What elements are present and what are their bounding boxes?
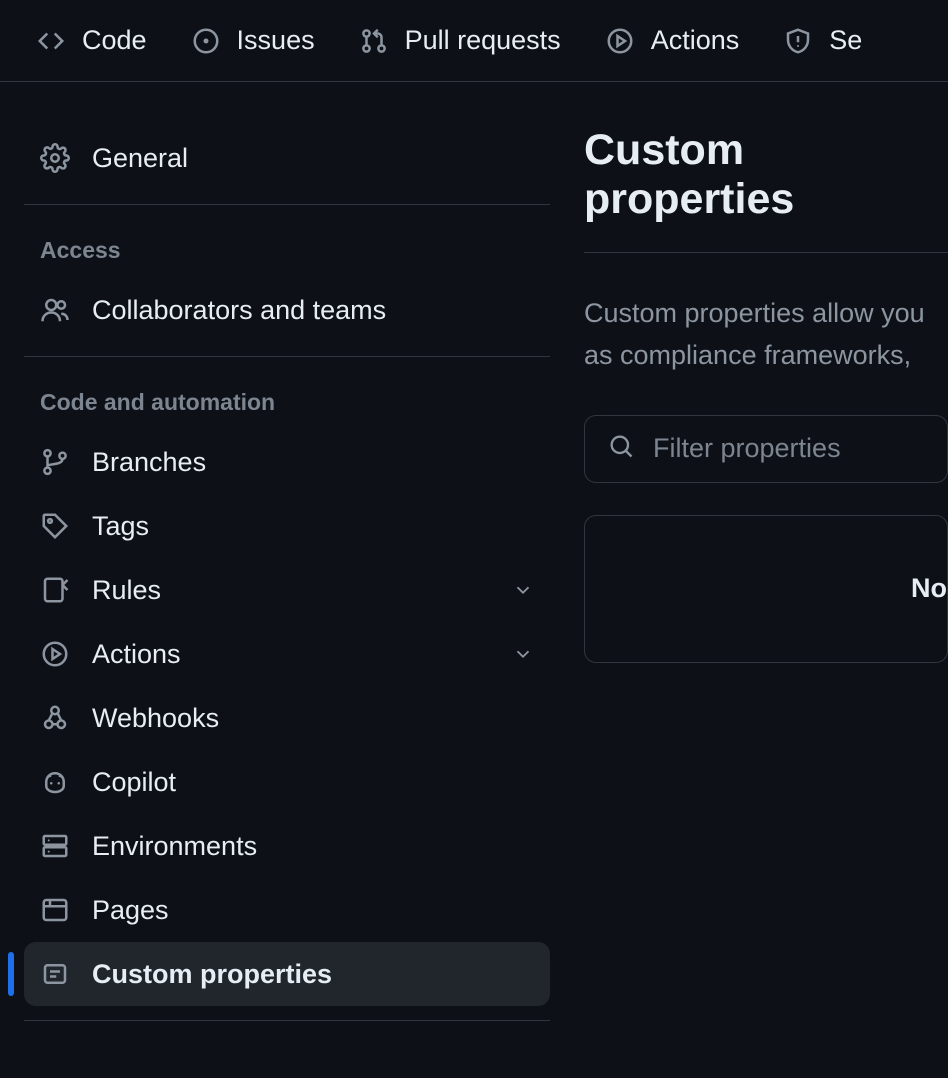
shield-icon	[783, 26, 813, 56]
sidebar-item-general[interactable]: General	[24, 126, 550, 190]
main-content: Custom properties Custom properties allo…	[570, 126, 948, 1035]
sidebar-item-label: Tags	[92, 511, 149, 542]
sidebar-item-label: Environments	[92, 831, 257, 862]
git-pull-request-icon	[359, 26, 389, 56]
sidebar-item-label: Branches	[92, 447, 206, 478]
tab-label: Code	[82, 25, 147, 56]
gear-icon	[40, 143, 70, 173]
sidebar-item-environments[interactable]: Environments	[24, 814, 550, 878]
tab-actions[interactable]: Actions	[605, 25, 740, 56]
sidebar-item-label: Custom properties	[92, 959, 332, 990]
filter-input[interactable]	[653, 433, 948, 464]
people-icon	[40, 295, 70, 325]
sidebar-item-copilot[interactable]: Copilot	[24, 750, 550, 814]
settings-sidebar: General Access Collaborators and teams C…	[0, 126, 570, 1035]
sidebar-item-label: Actions	[92, 639, 181, 670]
sidebar-item-custom-properties[interactable]: Custom properties	[24, 942, 550, 1006]
code-icon	[36, 26, 66, 56]
tab-code[interactable]: Code	[36, 25, 147, 56]
sidebar-item-actions[interactable]: Actions	[24, 622, 550, 686]
sidebar-item-rules[interactable]: Rules	[24, 558, 550, 622]
sidebar-item-webhooks[interactable]: Webhooks	[24, 686, 550, 750]
page-title: Custom properties	[584, 126, 948, 253]
tab-label: Pull requests	[405, 25, 561, 56]
sidebar-item-pages[interactable]: Pages	[24, 878, 550, 942]
chevron-down-icon	[512, 643, 534, 665]
section-heading-code-automation: Code and automation	[24, 371, 550, 430]
tag-icon	[40, 511, 70, 541]
tab-security[interactable]: Se	[783, 25, 862, 56]
sidebar-item-label: Collaborators and teams	[92, 295, 386, 326]
sidebar-item-tags[interactable]: Tags	[24, 494, 550, 558]
sidebar-item-label: Copilot	[92, 767, 176, 798]
tab-label: Issues	[237, 25, 315, 56]
section-heading-access: Access	[24, 219, 550, 278]
browser-icon	[40, 895, 70, 925]
search-icon	[607, 432, 635, 465]
tab-label: Se	[829, 25, 862, 56]
play-circle-icon	[605, 26, 635, 56]
sidebar-item-branches[interactable]: Branches	[24, 430, 550, 494]
tab-label: Actions	[651, 25, 740, 56]
properties-list: No	[584, 515, 948, 663]
divider	[24, 204, 550, 205]
git-branch-icon	[40, 447, 70, 477]
divider	[24, 1020, 550, 1021]
issue-icon	[191, 26, 221, 56]
tab-pull-requests[interactable]: Pull requests	[359, 25, 561, 56]
sidebar-item-label: Rules	[92, 575, 161, 606]
note-icon	[40, 959, 70, 989]
webhook-icon	[40, 703, 70, 733]
repo-tab-nav: Code Issues Pull requests Actions Se	[0, 0, 948, 82]
chevron-down-icon	[512, 579, 534, 601]
empty-state-text: No	[911, 573, 947, 604]
sidebar-item-label: Webhooks	[92, 703, 219, 734]
sidebar-item-label: Pages	[92, 895, 169, 926]
sidebar-item-label: General	[92, 143, 188, 174]
filter-box[interactable]	[584, 415, 948, 483]
play-circle-icon	[40, 639, 70, 669]
sidebar-item-collaborators[interactable]: Collaborators and teams	[24, 278, 550, 342]
rules-icon	[40, 575, 70, 605]
divider	[24, 356, 550, 357]
tab-issues[interactable]: Issues	[191, 25, 315, 56]
server-icon	[40, 831, 70, 861]
page-description: Custom properties allow you as complianc…	[584, 293, 948, 377]
copilot-icon	[40, 767, 70, 797]
